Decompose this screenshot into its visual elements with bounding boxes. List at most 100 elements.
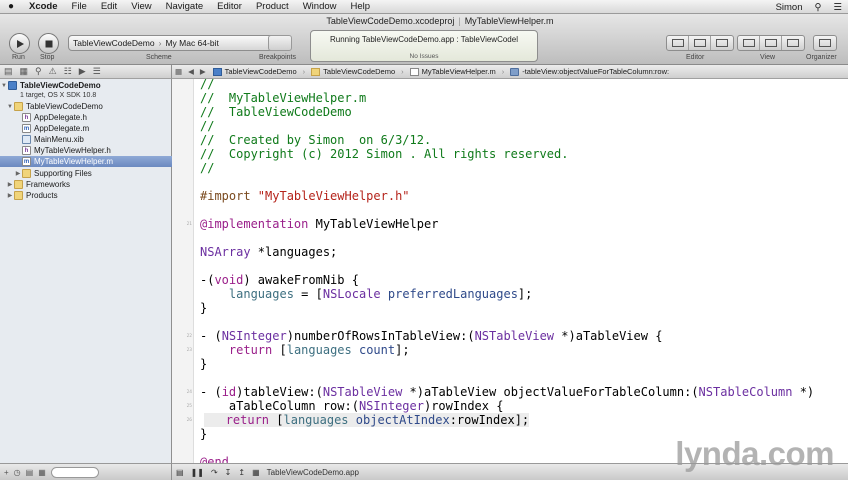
breakpoints-label: Breakpoints	[259, 54, 296, 61]
stop-icon	[45, 40, 52, 47]
nav-item-label: Products	[26, 191, 58, 200]
scheme-popup[interactable]: TableViewCodeDemo › My Mac 64-bit	[68, 35, 282, 51]
disclosure-open-icon[interactable]: ▼	[0, 83, 8, 89]
recent-files-icon[interactable]: ◷	[14, 468, 21, 477]
nav-item-helper-m[interactable]: m MyTableViewHelper.m	[0, 156, 172, 167]
folder-icon	[22, 169, 31, 178]
editor-mode-segmented	[666, 35, 734, 51]
code-line: NSArray *languages;	[200, 245, 338, 259]
source-editor[interactable]: 21 22 23 24 25 26 // // MyTableViewHelpe…	[172, 79, 848, 463]
menu-window[interactable]: Window	[296, 0, 344, 14]
nav-item-supporting-files[interactable]: ▶ Supporting Files	[0, 168, 172, 179]
crumb-method[interactable]: -tableView:objectValueForTableColumn:row…	[506, 67, 673, 76]
debug-navigator-icon[interactable]: ☷	[64, 66, 72, 77]
menu-app[interactable]: Xcode	[22, 0, 65, 14]
version-editor-button[interactable]	[711, 36, 733, 50]
hide-debug-area-icon[interactable]: ▤	[176, 468, 184, 477]
utilities-panel-icon	[787, 39, 799, 47]
menu-bar: ● Xcode File Edit View Navigate Editor P…	[0, 0, 848, 14]
pause-icon[interactable]: ❚❚	[191, 468, 204, 477]
standard-editor-button[interactable]	[667, 36, 689, 50]
disclosure-closed-icon[interactable]: ▶	[14, 170, 22, 177]
nav-item-group[interactable]: ▼ TableViewCodeDemo	[0, 101, 172, 112]
step-over-icon[interactable]: ↷	[211, 468, 218, 477]
crumb-file[interactable]: MyTableViewHelper.m	[406, 67, 500, 76]
menu-product[interactable]: Product	[249, 0, 296, 14]
nav-item-mainmenu-xib[interactable]: MainMenu.xib	[0, 134, 172, 145]
stop-button[interactable]	[38, 33, 59, 54]
play-icon	[16, 39, 24, 48]
step-out-icon[interactable]: ↥	[238, 468, 245, 477]
project-navigator-icon[interactable]: ▤	[4, 66, 13, 77]
menu-help[interactable]: Help	[344, 0, 378, 14]
disclosure-open-icon[interactable]: ▼	[6, 104, 14, 110]
code-line: languages = [NSLocale preferredLanguages…	[228, 287, 533, 301]
back-icon[interactable]: ◀	[185, 67, 197, 76]
toggle-debug-area-button[interactable]	[760, 36, 782, 50]
organizer-label: Organizer	[806, 54, 837, 61]
line-number-gutter[interactable]: 21 22 23 24 25 26	[172, 79, 194, 463]
menu-editor[interactable]: Editor	[210, 0, 249, 14]
activity-issues: No Issues	[409, 53, 439, 60]
menu-edit[interactable]: Edit	[94, 0, 124, 14]
toggle-navigator-button[interactable]	[738, 36, 760, 50]
crumb-label: TableViewCodeDemo	[224, 67, 297, 76]
toggle-utilities-button[interactable]	[782, 36, 804, 50]
folder-icon	[311, 67, 321, 76]
scm-status-icon[interactable]: ▦	[38, 468, 46, 477]
menu-file[interactable]: File	[65, 0, 94, 14]
menu-navigate[interactable]: Navigate	[159, 0, 211, 14]
nav-item-label: MainMenu.xib	[34, 135, 84, 144]
spotlight-icon[interactable]: ⚲	[809, 2, 828, 13]
search-navigator-icon[interactable]: ⚲	[35, 66, 42, 77]
organizer-button[interactable]	[813, 35, 837, 51]
project-navigator: ▼ TableViewCodeDemo 1 target, OS X SDK 1…	[0, 79, 172, 463]
nav-item-helper-h[interactable]: h MyTableViewHelper.h	[0, 145, 172, 156]
nav-item-frameworks[interactable]: ▶ Frameworks	[0, 179, 172, 190]
nav-item-label: TableViewCodeDemo	[26, 102, 103, 111]
window-title: TableViewCodeDemo.xcodeproj | MyTableViewH…	[326, 16, 554, 26]
edited-files-icon[interactable]: ▤	[26, 468, 34, 477]
code-line: //	[200, 79, 215, 91]
forward-icon[interactable]: ▶	[197, 67, 209, 76]
code-line: //	[200, 119, 215, 133]
version-editor-icon	[716, 39, 728, 47]
breakpoints-button[interactable]	[268, 35, 292, 51]
disclosure-closed-icon[interactable]: ▶	[6, 192, 14, 199]
navigator-selector-bar: ▤ ▦ ⚲ ⚠ ☷ ▶ ☰	[0, 65, 172, 79]
line-number: 21	[186, 222, 192, 227]
breakpoint-navigator-icon[interactable]: ▶	[79, 66, 86, 77]
user-name[interactable]: Simon	[770, 2, 809, 13]
related-files-icon[interactable]: ▦	[172, 67, 185, 76]
navigator-filter-bar: + ◷ ▤ ▦	[0, 463, 172, 480]
line-number: 24	[186, 390, 192, 395]
nav-item-appdelegate-h[interactable]: h AppDelegate.h	[0, 112, 172, 123]
menu-view[interactable]: View	[124, 0, 158, 14]
issue-navigator-icon[interactable]: ⚠	[49, 66, 57, 77]
organizer-icon	[814, 36, 836, 50]
nav-item-products[interactable]: ▶ Products	[0, 190, 172, 201]
notification-icon[interactable]: ☰	[827, 2, 848, 13]
step-in-icon[interactable]: ↧	[225, 468, 232, 477]
crumb-project[interactable]: TableViewCodeDemo	[209, 67, 301, 76]
add-icon[interactable]: +	[4, 468, 9, 477]
lynda-watermark: lynda.com	[675, 435, 834, 472]
toolbar: TableViewCodeDemo.xcodeproj | MyTableViewH…	[0, 14, 848, 65]
code-line: aTableColumn row:(NSInteger)rowIndex {	[200, 399, 504, 413]
assistant-editor-button[interactable]	[689, 36, 711, 50]
run-button[interactable]	[9, 33, 30, 54]
code-line: @implementation MyTableViewHelper	[200, 217, 439, 231]
nav-item-appdelegate-m[interactable]: m AppDelegate.m	[0, 123, 172, 134]
code-line: @end	[200, 455, 229, 463]
crumb-group[interactable]: TableViewCodeDemo	[307, 67, 399, 76]
code-line: }	[200, 301, 208, 315]
symbol-navigator-icon[interactable]: ▦	[20, 66, 29, 77]
nav-item-label: MyTableViewHelper.h	[34, 146, 111, 155]
nav-item-label: Frameworks	[26, 180, 71, 189]
disclosure-closed-icon[interactable]: ▶	[6, 181, 14, 188]
apple-icon[interactable]: ●	[0, 1, 22, 12]
filter-input[interactable]	[50, 466, 99, 478]
nav-item-label: AppDelegate.m	[34, 124, 90, 133]
folder-icon	[14, 180, 23, 189]
log-navigator-icon[interactable]: ☰	[93, 66, 101, 77]
